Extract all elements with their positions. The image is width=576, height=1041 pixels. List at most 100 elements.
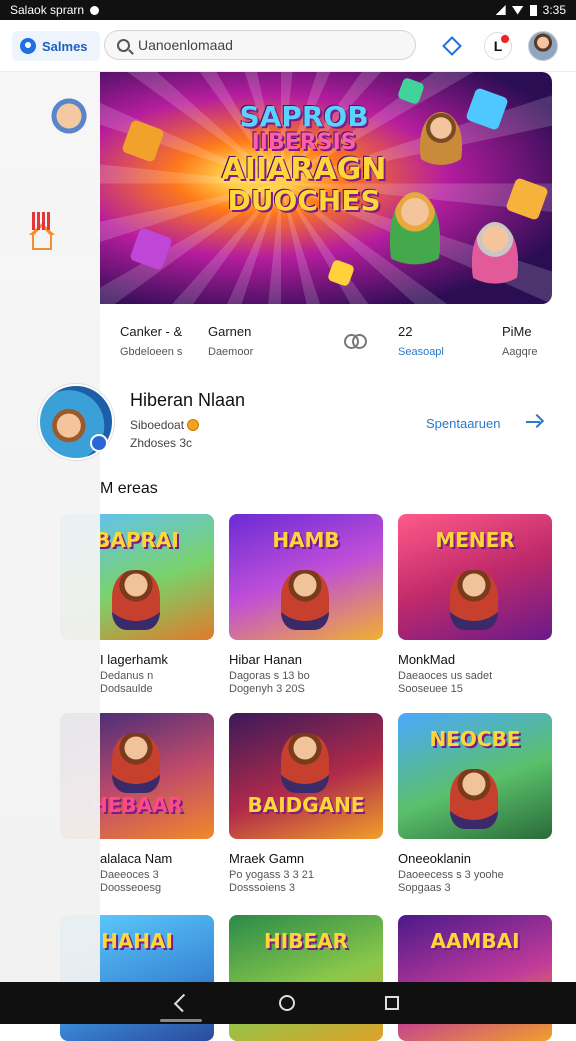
creator-avatar[interactable]	[38, 384, 114, 460]
hero-banner[interactable]: SAPROB IIBERSIS AIIARAGN DUOCHES	[100, 72, 552, 304]
game-character	[281, 733, 329, 793]
stat-item: Canker - & Gbdeloeen s	[120, 322, 182, 362]
status-bar: Salaok sprarn 3:35	[0, 0, 576, 20]
game-subtitle-line: Daeeoces 3	[100, 869, 159, 881]
stat-subtitle: Gbdeloeen s	[120, 346, 183, 358]
creator-name[interactable]: Hiberan Nlaan	[130, 390, 245, 411]
hero-character	[472, 222, 518, 298]
search-bar[interactable]	[104, 30, 416, 60]
game-subtitle-line: Dodsaulde	[100, 683, 153, 695]
game-character	[112, 733, 160, 793]
hero-title-line: AIIARAGN	[221, 152, 387, 188]
game-subtitle: Daeeoces 3 Doosseoesg	[100, 869, 161, 895]
creator-row: Hiberan Nlaan Siboedoat Zhdoses 3c Spent…	[0, 380, 576, 470]
stat-title: 22	[398, 324, 413, 339]
hero-title-line: SAPROB	[239, 100, 369, 133]
brand-label: Salmes	[42, 38, 88, 54]
game-subtitle-line: Sopgaas 3	[398, 882, 451, 894]
thumbnail-text: NEOCBE	[429, 727, 521, 751]
signal-icon	[495, 5, 506, 15]
brand-logo-icon	[20, 38, 36, 54]
game-subtitle-line: Daoeecess s 3 yoohe	[398, 869, 504, 881]
stat-title: PiMe	[502, 324, 532, 339]
game-title: alalaca Nam	[100, 851, 173, 866]
avatar[interactable]	[528, 31, 558, 61]
game-subtitle-line: Dogenyh 3 20S	[229, 683, 305, 695]
game-title: Hibar Hanan	[229, 652, 302, 667]
game-subtitle-line: Dedanus n	[100, 670, 154, 682]
stat-item: Garnen Daemoor	[208, 322, 253, 362]
game-subtitle-line: Dagoras s 13 bo	[229, 670, 310, 682]
game-subtitle-line: Doosseoesg	[100, 882, 162, 894]
home-circle-icon[interactable]	[279, 995, 295, 1011]
game-character	[450, 570, 498, 630]
stat-subtitle: Seasoapl	[398, 346, 444, 358]
stat-item: PiMe Aagqre	[502, 322, 537, 362]
stat-subtitle: Daemoor	[208, 346, 254, 358]
stats-row: Canker - & Gbdeloeen s Garnen Daemoor 22…	[100, 318, 576, 368]
thumbnail-text: BAIDGANE	[247, 793, 365, 817]
recents-icon[interactable]	[385, 996, 399, 1010]
status-left-text: Salaok sprarn	[10, 3, 85, 17]
search-input[interactable]	[138, 37, 408, 53]
thumbnail-text: MENER	[435, 528, 515, 552]
sidebar-avatar[interactable]	[42, 92, 96, 140]
creator-link[interactable]: Spentaaruen	[426, 416, 500, 431]
game-title: MonkMad	[398, 652, 456, 667]
diamond-icon[interactable]	[438, 32, 466, 60]
game-title: Mraek Gamn	[229, 851, 305, 866]
search-icon	[117, 38, 130, 52]
link-icon[interactable]	[344, 334, 367, 349]
stat-subtitle: Aagqre	[502, 346, 538, 358]
creator-meta: Siboedoat Zhdoses 3c	[130, 416, 200, 452]
stat-title: Garnen	[208, 324, 252, 339]
hero-title: SAPROB IIBERSIS AIIARAGN DUOCHES	[204, 100, 404, 217]
game-subtitle-line: Po yogass 3 3 21	[229, 869, 315, 881]
back-icon[interactable]	[173, 993, 193, 1013]
hero-title-line: IIBERSIS	[251, 130, 357, 156]
top-bar: Salmes L	[0, 20, 576, 72]
bars-icon[interactable]	[32, 212, 52, 230]
coin-icon	[187, 419, 200, 431]
status-time: 3:35	[542, 3, 566, 17]
game-title: Oneeoklanin	[398, 851, 471, 866]
thumbnail-text: AAMBAI	[430, 929, 520, 953]
wifi-icon	[511, 5, 524, 15]
notification-dot	[501, 35, 509, 43]
game-subtitle: Dagoras s 13 bo Dogenyh 3 20S	[229, 670, 310, 696]
creator-meta-line: Siboedoat	[130, 418, 185, 432]
sidebar	[0, 72, 100, 982]
game-subtitle-line: Daeaoces us sadet	[398, 670, 493, 682]
game-character	[450, 769, 498, 829]
game-subtitle: Dedanus n Dodsaulde	[100, 670, 153, 696]
thumbnail-text: HIBEAR	[264, 929, 348, 953]
notification-icon[interactable]: L	[484, 32, 512, 60]
hero-character	[420, 112, 462, 176]
section-title: M ereas	[100, 480, 158, 497]
game-thumbnail[interactable]: MENER	[398, 514, 552, 640]
game-subtitle: Daoeecess s 3 yoohe Sopgaas 3	[398, 869, 504, 895]
stat-item: 22 Seasoapl	[398, 322, 444, 362]
status-dot-icon	[90, 5, 100, 15]
creator-meta-line: Zhdoses 3c	[130, 436, 193, 450]
game-thumbnail[interactable]: NEOCBE	[398, 713, 552, 839]
thumbnail-text: HAMB	[272, 528, 340, 552]
game-title: I lagerhamk	[100, 652, 168, 667]
game-subtitle: Daeaoces us sadet Sooseuee 15	[398, 670, 492, 696]
stat-title: Canker - &	[120, 324, 183, 339]
brand-button[interactable]: Salmes	[12, 31, 100, 61]
nav-handle	[160, 1019, 202, 1022]
battery-icon	[529, 4, 537, 16]
game-subtitle: Po yogass 3 3 21 Dosssoiens 3	[229, 869, 314, 895]
arrow-right-icon[interactable]	[526, 414, 544, 430]
game-subtitle-line: Sooseuee 15	[398, 683, 463, 695]
game-thumbnail[interactable]: HAMB	[229, 514, 383, 640]
game-character	[112, 570, 160, 630]
game-character	[281, 570, 329, 630]
navigation-bar	[0, 982, 576, 1024]
game-subtitle-line: Dosssoiens 3	[229, 882, 296, 894]
game-thumbnail[interactable]: BAIDGANE	[229, 713, 383, 839]
hero-title-line: DUOCHES	[227, 183, 381, 217]
verified-badge-icon	[90, 434, 108, 452]
home-icon[interactable]	[32, 232, 52, 250]
